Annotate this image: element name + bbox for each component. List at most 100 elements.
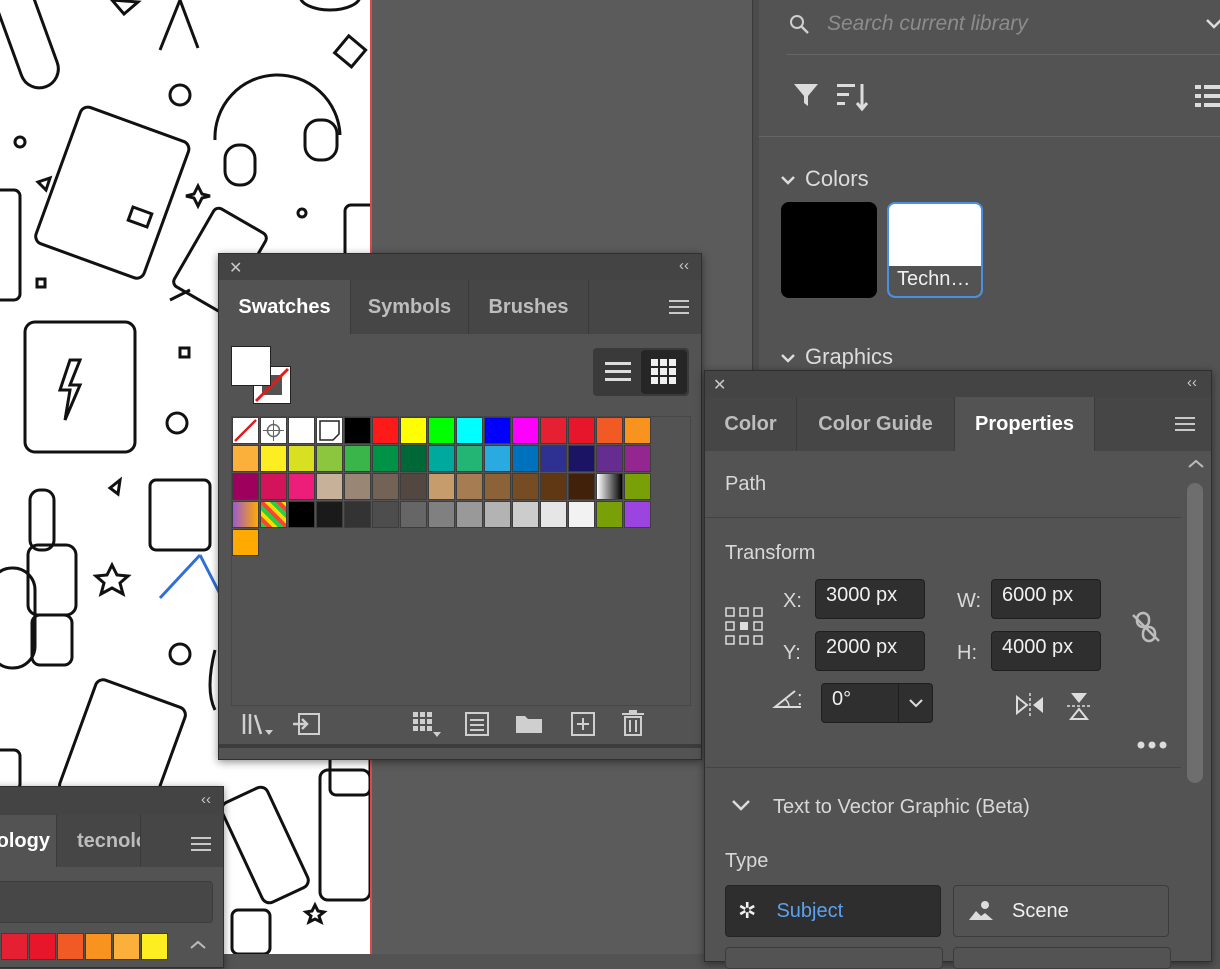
- swatch[interactable]: [29, 933, 56, 960]
- swatch[interactable]: [484, 445, 511, 472]
- swatch[interactable]: [400, 473, 427, 500]
- chevron-up-icon[interactable]: [189, 939, 207, 951]
- subject-button[interactable]: ✲ Subject: [725, 885, 941, 937]
- swatch[interactable]: [232, 473, 259, 500]
- swatch-gradient[interactable]: [232, 501, 259, 528]
- swatch[interactable]: [288, 417, 315, 444]
- swatch[interactable]: [540, 501, 567, 528]
- swatch[interactable]: [512, 417, 539, 444]
- swatch[interactable]: [428, 445, 455, 472]
- list-view-icon[interactable]: [1195, 82, 1220, 112]
- chevron-down-icon[interactable]: [908, 698, 924, 708]
- swatch[interactable]: [288, 473, 315, 500]
- swatch[interactable]: [428, 501, 455, 528]
- panel-title-bar[interactable]: ✕ ‹‹: [219, 254, 701, 280]
- swatch[interactable]: [316, 445, 343, 472]
- swatch-gradient[interactable]: [596, 473, 623, 500]
- x-position-field[interactable]: 3000 px: [815, 579, 925, 619]
- swatch[interactable]: [568, 501, 595, 528]
- search-input[interactable]: Search current library: [827, 12, 1028, 36]
- swatch[interactable]: [316, 501, 343, 528]
- swatch-kind-menu-icon[interactable]: [413, 712, 443, 738]
- sort-icon[interactable]: [837, 82, 871, 112]
- swatch[interactable]: [512, 473, 539, 500]
- swatch[interactable]: [344, 445, 371, 472]
- list-view-icon[interactable]: [605, 360, 631, 384]
- width-field[interactable]: 6000 px: [991, 579, 1101, 619]
- tab-color-guide[interactable]: Color Guide: [797, 397, 955, 451]
- panel-menu-icon[interactable]: [191, 833, 211, 855]
- swatch[interactable]: [428, 473, 455, 500]
- constrain-proportions-icon[interactable]: [1129, 611, 1163, 645]
- scrollbar[interactable]: [1187, 457, 1205, 787]
- swatch[interactable]: [57, 933, 84, 960]
- swatch[interactable]: [484, 501, 511, 528]
- tab-color[interactable]: Color: [705, 397, 797, 451]
- swatch[interactable]: [400, 445, 427, 472]
- swatch[interactable]: [624, 417, 651, 444]
- swatch[interactable]: [624, 501, 651, 528]
- swatch[interactable]: [624, 445, 651, 472]
- scene-button[interactable]: Scene: [953, 885, 1169, 937]
- swatch[interactable]: [456, 501, 483, 528]
- swatch[interactable]: [568, 473, 595, 500]
- rotation-field[interactable]: 0°: [821, 683, 933, 723]
- panel-menu-icon[interactable]: [1175, 413, 1195, 435]
- swatch[interactable]: [484, 417, 511, 444]
- swatch[interactable]: [540, 417, 567, 444]
- swatch[interactable]: [540, 473, 567, 500]
- swatch[interactable]: [85, 933, 112, 960]
- swatch[interactable]: [456, 445, 483, 472]
- delete-swatch-icon[interactable]: [622, 710, 644, 736]
- swatch[interactable]: [372, 501, 399, 528]
- new-swatch-icon[interactable]: [571, 712, 595, 736]
- swatch[interactable]: [624, 473, 651, 500]
- swatch[interactable]: [596, 417, 623, 444]
- swatch[interactable]: [512, 501, 539, 528]
- graphics-section-header[interactable]: Graphics: [781, 344, 893, 370]
- swatch[interactable]: [344, 417, 371, 444]
- swatch[interactable]: [260, 473, 287, 500]
- collapse-icon[interactable]: ‹‹: [679, 257, 689, 274]
- height-field[interactable]: 4000 px: [991, 631, 1101, 671]
- swatch-white-document[interactable]: [316, 417, 343, 444]
- tab-technology[interactable]: ology: [0, 815, 57, 867]
- chevron-up-icon[interactable]: [1187, 458, 1205, 470]
- swatch[interactable]: [428, 417, 455, 444]
- swatch[interactable]: [288, 445, 315, 472]
- resize-grip[interactable]: [219, 744, 701, 748]
- tab-brushes[interactable]: Brushes: [469, 280, 589, 334]
- fill-stroke-indicator[interactable]: [231, 346, 291, 406]
- close-icon[interactable]: ✕: [229, 258, 242, 278]
- new-color-group-icon[interactable]: [515, 712, 543, 734]
- filter-icon[interactable]: [793, 82, 819, 108]
- swatch[interactable]: [344, 473, 371, 500]
- flip-vertical-icon[interactable]: [1067, 691, 1091, 721]
- more-options-icon[interactable]: [1137, 741, 1167, 749]
- swatch[interactable]: [316, 473, 343, 500]
- tab-properties[interactable]: Properties: [955, 397, 1095, 451]
- place-swatches-icon[interactable]: [293, 710, 321, 738]
- swatch[interactable]: [372, 417, 399, 444]
- swatch[interactable]: [568, 417, 595, 444]
- swatch[interactable]: [456, 473, 483, 500]
- y-position-field[interactable]: 2000 px: [815, 631, 925, 671]
- swatch[interactable]: [400, 417, 427, 444]
- scrollbar-thumb[interactable]: [1187, 483, 1203, 783]
- grid-view-button[interactable]: [641, 350, 687, 394]
- reference-point-icon[interactable]: [725, 607, 763, 645]
- swatch-registration[interactable]: [260, 417, 287, 444]
- swatch[interactable]: [568, 445, 595, 472]
- swatch[interactable]: [596, 445, 623, 472]
- swatch[interactable]: [372, 445, 399, 472]
- library-color-black[interactable]: [781, 202, 877, 298]
- swatch[interactable]: [400, 501, 427, 528]
- swatch-options-icon[interactable]: [465, 712, 489, 736]
- swatch[interactable]: [232, 445, 259, 472]
- panel-title-bar[interactable]: ✕ ‹‹: [705, 371, 1211, 397]
- swatch[interactable]: [456, 417, 483, 444]
- option-button[interactable]: [725, 947, 943, 969]
- collapse-icon[interactable]: ‹‹: [1187, 374, 1197, 391]
- swatch[interactable]: [372, 473, 399, 500]
- fill-swatch[interactable]: [231, 346, 271, 386]
